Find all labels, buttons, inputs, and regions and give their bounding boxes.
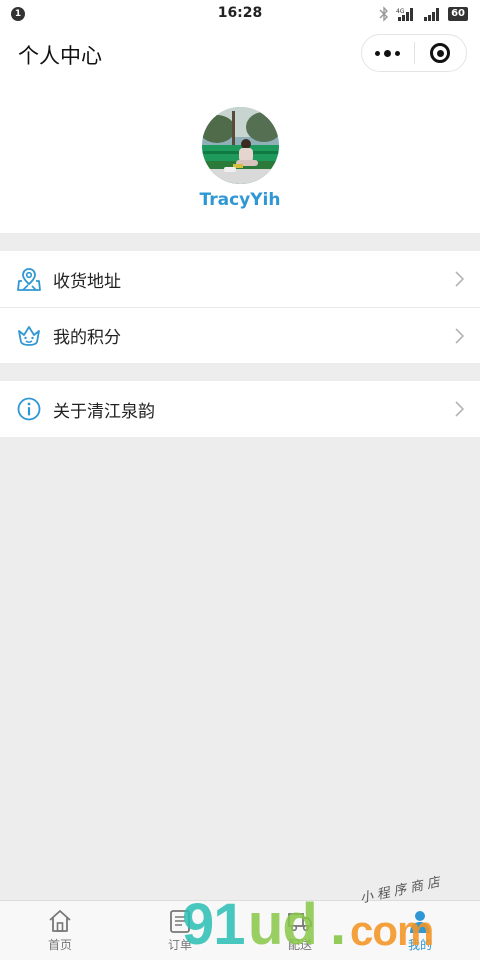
chevron-right-icon (455, 271, 464, 287)
delivery-truck-icon (288, 913, 312, 932)
status-icons: 4G 60 (378, 6, 468, 22)
mini-program-capsule (361, 34, 467, 72)
menu-item-label: 我的积分 (53, 328, 121, 348)
network-label: 4G (396, 8, 405, 15)
signal-icon (424, 8, 440, 21)
close-mini-program-button[interactable] (414, 35, 466, 71)
battery-indicator: 60 (448, 7, 468, 21)
menu-item-label: 收货地址 (53, 271, 121, 292)
menu-item-about[interactable]: 关于清江泉韵 (0, 381, 480, 437)
avatar[interactable] (202, 107, 279, 184)
tab-label: 我的 (407, 938, 432, 952)
tab-mine[interactable]: 我的 (360, 901, 480, 960)
status-bar: 1 16:28 4G 60 (0, 0, 480, 28)
username[interactable]: TracyYih (0, 190, 480, 210)
tab-home[interactable]: 首页 (0, 901, 120, 960)
tab-orders[interactable]: 订单 (120, 901, 240, 960)
more-dots-icon (375, 49, 401, 57)
user-icon (410, 911, 430, 933)
crown-face-icon (18, 325, 40, 346)
chevron-right-icon (455, 328, 464, 344)
bluetooth-icon (379, 6, 389, 22)
tab-label: 配送 (287, 938, 312, 952)
navigation-bar: 个人中心 (0, 28, 480, 80)
tab-label: 首页 (47, 938, 72, 952)
menu-group-about: 关于清江泉韵 (0, 381, 480, 437)
target-icon (430, 43, 451, 63)
menu-item-label: 关于清江泉韵 (53, 401, 155, 422)
signal-4g-icon: 4G (396, 8, 414, 21)
order-list-icon (170, 910, 190, 933)
avatar-photo (202, 107, 279, 184)
menu-item-shipping-address[interactable]: 收货地址 (0, 251, 480, 307)
menu-item-my-points[interactable]: 我的积分 (0, 307, 480, 363)
tab-bar: 首页 订单 配送 我的 (0, 900, 480, 960)
profile-header: TracyYih (0, 80, 480, 233)
info-icon (17, 397, 41, 421)
location-map-icon (17, 268, 41, 291)
more-button[interactable] (362, 35, 414, 71)
chevron-right-icon (455, 401, 464, 417)
tab-label: 订单 (167, 938, 192, 952)
menu-group-account: 收货地址 我的积分 (0, 251, 480, 363)
tab-delivery[interactable]: 配送 (240, 901, 360, 960)
home-icon (49, 910, 71, 932)
page-title: 个人中心 (18, 44, 102, 68)
